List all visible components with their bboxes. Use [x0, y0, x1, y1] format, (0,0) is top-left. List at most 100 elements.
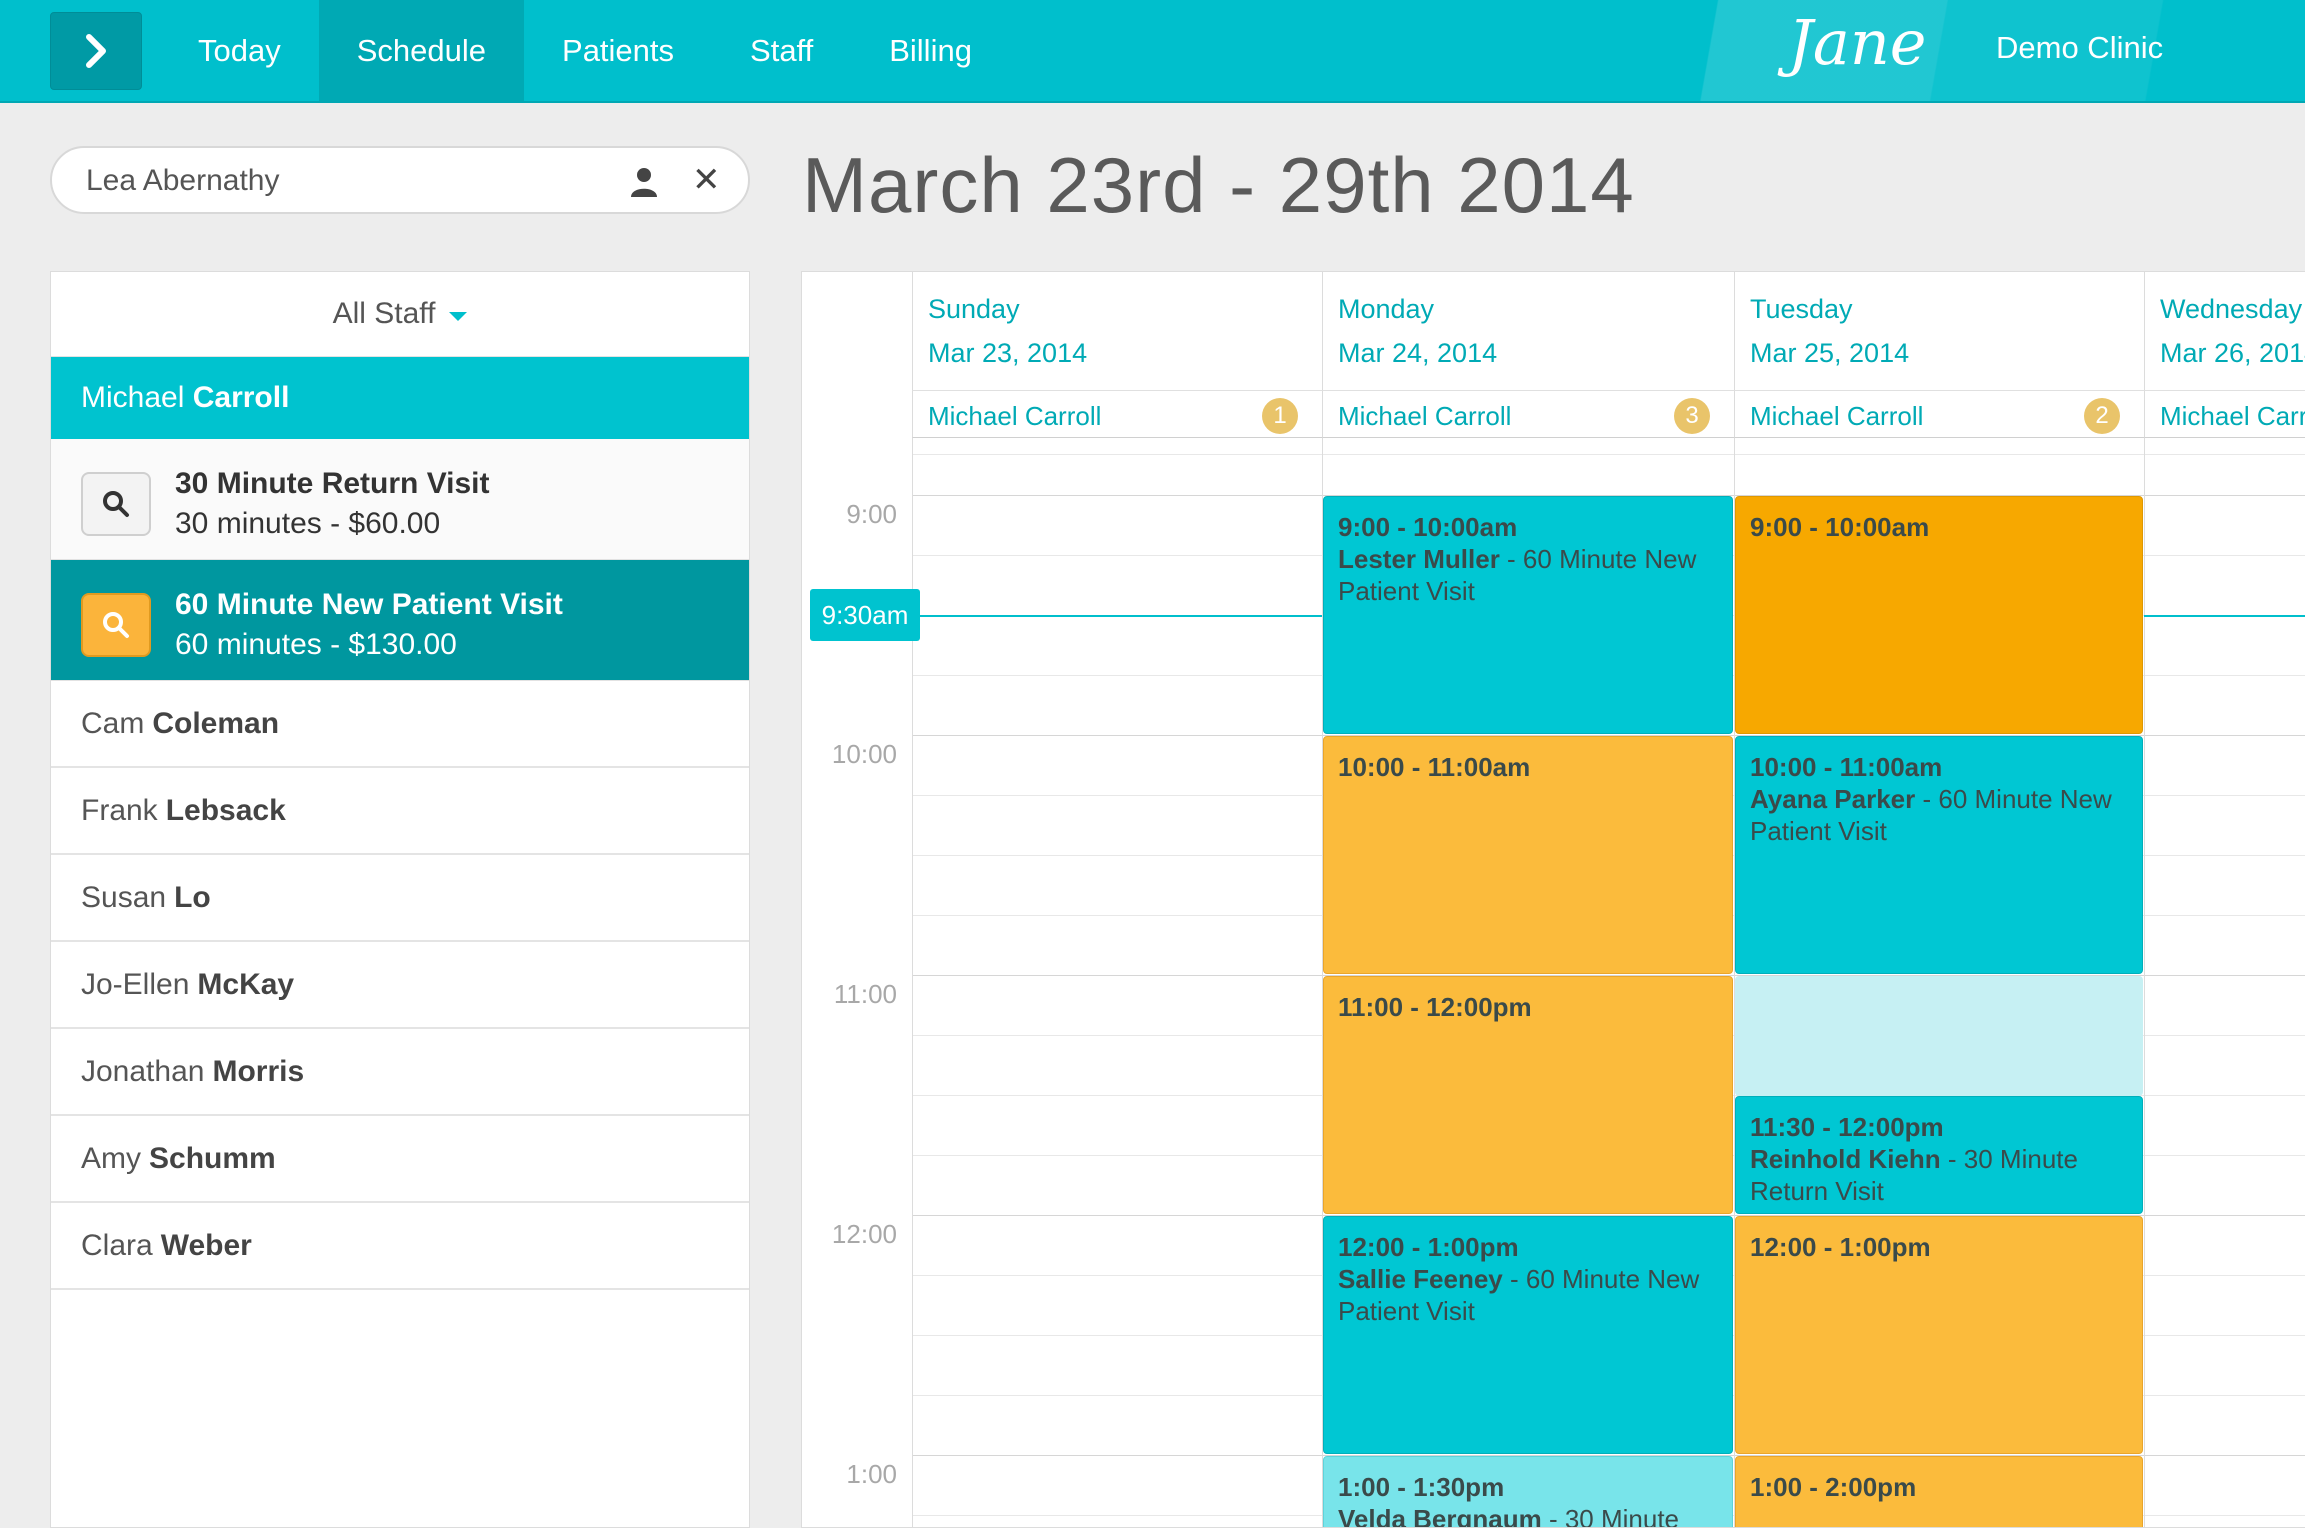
appointment-block[interactable]: 1:00 - 2:00pm: [1735, 1456, 2143, 1527]
provider-name: Michael Carroll: [2160, 401, 2305, 431]
menu-toggle-button[interactable]: [50, 12, 142, 90]
active-staff-item[interactable]: Michael Carroll: [51, 357, 749, 439]
staff-filter-dropdown[interactable]: All Staff: [51, 272, 749, 357]
nav-staff[interactable]: Staff: [712, 0, 851, 101]
active-staff-last: Carroll: [192, 381, 290, 414]
day-header-monday[interactable]: Monday Mar 24, 2014: [1322, 272, 1734, 390]
patient-name: Sallie Feeney: [1338, 1264, 1503, 1294]
provider-name: Michael Carroll: [1750, 401, 1924, 431]
provider-name: Michael Carroll: [928, 401, 1102, 431]
current-time-line: [912, 615, 1322, 617]
day-name: Tuesday: [1750, 294, 1853, 324]
nav-patients[interactable]: Patients: [524, 0, 712, 101]
staff-item[interactable]: Frank Lebsack: [51, 768, 749, 855]
staff-first: Jonathan: [81, 1054, 205, 1088]
staff-last: Morris: [212, 1054, 305, 1088]
staff-item[interactable]: Jo-Ellen McKay: [51, 942, 749, 1029]
appointment-block[interactable]: 9:00 - 10:00am Lester Muller - 60 Minute…: [1323, 496, 1733, 734]
appointment-time: 10:00 - 11:00am: [1338, 752, 1531, 782]
appointment-block[interactable]: 1:00 - 1:30pm Velda Bergnaum - 30 Minute: [1323, 1456, 1733, 1528]
patient-name: Ayana Parker: [1750, 784, 1916, 814]
provider-row[interactable]: Michael Carroll 1: [912, 390, 1322, 438]
active-staff-first: Michael: [81, 381, 185, 414]
appointment-count-badge: 2: [2084, 398, 2120, 434]
user-icon[interactable]: [629, 166, 659, 198]
day-date: Mar 26, 2014: [2160, 338, 2305, 368]
provider-row[interactable]: Michael Carroll: [2144, 390, 2305, 438]
service-title: 60 Minute New Patient Visit: [175, 588, 563, 621]
time-label: 11:00: [833, 979, 897, 1009]
search-value[interactable]: Lea Abernathy: [86, 164, 280, 198]
staff-first: Frank: [81, 793, 158, 827]
nav-today[interactable]: Today: [160, 0, 319, 101]
appointment-count-badge: 3: [1674, 398, 1710, 434]
appointment-time: 12:00 - 1:00pm: [1338, 1232, 1519, 1262]
nav-billing[interactable]: Billing: [851, 0, 1010, 101]
time-label: 10:00: [831, 739, 897, 769]
time-label: 12:00: [831, 1219, 897, 1249]
appointment-block[interactable]: 11:00 - 12:00pm: [1323, 976, 1733, 1214]
patient-name: Velda Bergnaum: [1338, 1504, 1542, 1528]
appointment-block[interactable]: 11:30 - 12:00pm Reinhold Kiehn - 30 Minu…: [1735, 1096, 2143, 1214]
time-label: 1:00: [846, 1459, 897, 1489]
provider-row[interactable]: Michael Carroll 2: [1734, 390, 2144, 438]
clear-search-icon[interactable]: ✕: [692, 160, 721, 200]
service-name: - 30 Minute: [1541, 1504, 1680, 1528]
staff-first: Clara: [81, 1228, 153, 1262]
appointment-time: 11:00 - 12:00pm: [1338, 992, 1532, 1022]
day-name: Monday: [1338, 294, 1435, 324]
appointment-time: 12:00 - 1:00pm: [1750, 1232, 1931, 1262]
staff-last: Schumm: [149, 1141, 276, 1175]
caret-down-icon: [449, 311, 468, 321]
staff-first: Cam: [81, 706, 145, 740]
appointment-block[interactable]: 12:00 - 1:00pm Sallie Feeney - 60 Minute…: [1323, 1216, 1733, 1454]
staff-first: Amy: [81, 1141, 141, 1175]
day-date: Mar 25, 2014: [1750, 338, 1910, 368]
staff-last: Coleman: [152, 706, 280, 740]
day-name: Wednesday: [2160, 294, 2303, 324]
appointment-time: 9:00 - 10:00am: [1338, 512, 1518, 542]
time-label: 9:00: [846, 499, 897, 529]
day-name: Sunday: [928, 294, 1020, 324]
appointment-time: 10:00 - 11:00am: [1750, 752, 1943, 782]
provider-row[interactable]: Michael Carroll 3: [1322, 390, 1734, 438]
grid-line: [912, 454, 2305, 455]
service-title: 30 Minute Return Visit: [175, 467, 490, 500]
staff-filter-label: All Staff: [332, 297, 436, 330]
service-detail: 30 minutes - $60.00: [175, 507, 441, 540]
day-header-sunday[interactable]: Sunday Mar 23, 2014: [912, 272, 1322, 390]
staff-item[interactable]: Amy Schumm: [51, 1116, 749, 1203]
brand-background: [1660, 0, 2305, 101]
appointment-time: 9:00 - 10:00am: [1750, 512, 1930, 542]
search-icon: [81, 472, 151, 536]
staff-last: Weber: [160, 1228, 252, 1262]
appointment-block[interactable]: 10:00 - 11:00am Ayana Parker - 60 Minute…: [1735, 736, 2143, 974]
day-header-wednesday[interactable]: Wednesday Mar 26, 2014: [2144, 272, 2305, 390]
appointment-block[interactable]: 9:00 - 10:00am: [1735, 496, 2143, 734]
appointment-time: 1:00 - 1:30pm: [1338, 1472, 1505, 1502]
day-date: Mar 23, 2014: [928, 338, 1088, 368]
staff-first: Susan: [81, 880, 167, 914]
patient-search-field[interactable]: Lea Abernathy ✕: [50, 146, 750, 214]
staff-item[interactable]: Clara Weber: [51, 1203, 749, 1290]
available-slot[interactable]: [1735, 976, 2143, 1096]
current-time-tag: 9:30am: [810, 589, 920, 641]
staff-item[interactable]: Jonathan Morris: [51, 1029, 749, 1116]
appointment-block[interactable]: 12:00 - 1:00pm: [1735, 1216, 2143, 1454]
appointment-block[interactable]: 10:00 - 11:00am: [1323, 736, 1733, 974]
provider-name: Michael Carroll: [1338, 401, 1512, 431]
patient-name: Reinhold Kiehn: [1750, 1144, 1941, 1174]
clinic-name[interactable]: Demo Clinic: [1996, 30, 2163, 66]
service-item[interactable]: 30 Minute Return Visit 30 minutes - $60.…: [51, 439, 749, 560]
staff-item[interactable]: Susan Lo: [51, 855, 749, 942]
main-nav: Today Schedule Patients Staff Billing: [160, 0, 1010, 101]
staff-last: Lo: [174, 880, 211, 914]
week-calendar: Sunday Mar 23, 2014 Monday Mar 24, 2014 …: [801, 271, 2305, 1528]
service-item-selected[interactable]: 60 Minute New Patient Visit 60 minutes -…: [51, 560, 749, 681]
nav-schedule[interactable]: Schedule: [318, 0, 525, 101]
current-time-line: [2144, 615, 2305, 617]
day-header-tuesday[interactable]: Tuesday Mar 25, 2014: [1734, 272, 2144, 390]
jane-logo[interactable]: Jane: [1788, 6, 1926, 79]
day-date: Mar 24, 2014: [1338, 338, 1498, 368]
staff-item[interactable]: Cam Coleman: [51, 681, 749, 768]
